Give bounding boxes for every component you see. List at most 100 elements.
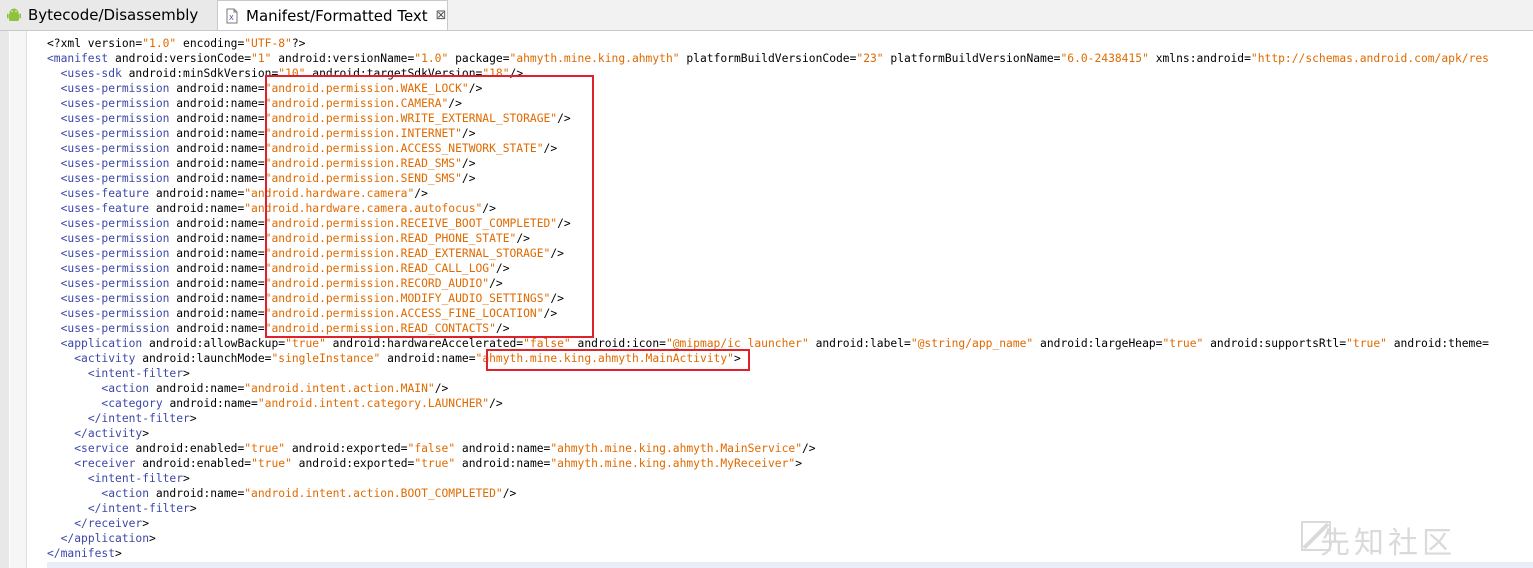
code-text: android:name= xyxy=(149,187,245,200)
code-line: <intent-filter> xyxy=(47,471,1489,486)
attribute-value: "android.intent.action.MAIN" xyxy=(244,382,435,395)
xml-tag: <application xyxy=(60,337,143,350)
code-line: </receiver> xyxy=(47,516,1489,531)
code-line: <uses-feature android:name="android.hard… xyxy=(47,201,1489,216)
code-line: <uses-permission android:name="android.p… xyxy=(47,171,1489,186)
xml-tag: <action xyxy=(101,382,150,395)
code-text: android:allowBackup= xyxy=(142,337,286,350)
code-text: > xyxy=(183,472,190,485)
xml-tag: <uses-feature xyxy=(60,187,150,200)
code-text: android:exported= xyxy=(291,457,415,470)
code-text: android:supportsRtl= xyxy=(1203,337,1347,350)
attribute-value: "true" xyxy=(244,442,286,455)
code-line: </manifest> xyxy=(47,546,1489,561)
code-text: android:name= xyxy=(169,292,265,305)
xml-tag: <uses-permission xyxy=(60,322,170,335)
folding-margin xyxy=(30,31,44,568)
left-gutter xyxy=(0,31,9,568)
code-text: package= xyxy=(448,52,510,65)
code-line: </activity> xyxy=(47,426,1489,441)
code-text: android:enabled= xyxy=(128,442,245,455)
attribute-value: "android.intent.category.LAUNCHER" xyxy=(257,397,490,410)
attribute-value: "23" xyxy=(856,52,884,65)
xml-tag: <uses-permission xyxy=(60,292,170,305)
xml-tag: </intent-filter xyxy=(87,502,190,515)
code-text: android:largeHeap= xyxy=(1033,337,1163,350)
attribute-value: "1.0" xyxy=(414,52,449,65)
code-text: /> xyxy=(802,442,816,455)
xml-tag: <uses-permission xyxy=(60,172,170,185)
attribute-value: "1.0" xyxy=(142,37,177,50)
xml-tag: </intent-filter xyxy=(87,412,190,425)
manifest-code[interactable]: <?xml version="1.0" encoding="UTF-8"?> <m… xyxy=(47,36,1489,561)
code-text: xmlns:android= xyxy=(1148,52,1251,65)
close-tab-icon[interactable]: ⊠ xyxy=(436,8,447,23)
ruler-margin xyxy=(10,31,27,568)
code-text: android:name= xyxy=(169,247,265,260)
code-text: android:name= xyxy=(455,457,551,470)
code-text: android:theme= xyxy=(1386,337,1489,350)
watermark-text: 先知社区 xyxy=(1320,526,1456,561)
tab-bytecode-disassembly[interactable]: Bytecode/Disassembly xyxy=(0,0,218,30)
code-text: android:name= xyxy=(169,232,265,245)
code-line: <activity android:launchMode="singleInst… xyxy=(47,351,1489,366)
code-line: </application> xyxy=(47,531,1489,546)
code-text: android:name= xyxy=(169,112,265,125)
code-line: <uses-permission android:name="android.p… xyxy=(47,141,1489,156)
code-text: android:name= xyxy=(169,322,265,335)
xml-tag: <uses-permission xyxy=(60,217,170,230)
code-line: <?xml version="1.0" encoding="UTF-8"?> xyxy=(47,36,1489,51)
highlight-box-main-activity xyxy=(486,349,750,371)
code-line: <application android:allowBackup="true" … xyxy=(47,336,1489,351)
attribute-value: "ahmyth.mine.king.ahmyth.MainService" xyxy=(550,442,802,455)
xml-tag: <service xyxy=(74,442,129,455)
code-text: <?xml version= xyxy=(47,37,143,50)
code-text: > xyxy=(142,517,150,530)
code-text: android:name= xyxy=(162,397,258,410)
code-line: <uses-permission android:name="android.p… xyxy=(47,306,1489,321)
attribute-value: "true" xyxy=(414,457,456,470)
xml-tag: <uses-feature xyxy=(60,202,150,215)
code-text: > xyxy=(189,412,197,425)
android-icon xyxy=(6,7,22,23)
code-line: <uses-permission android:name="android.p… xyxy=(47,276,1489,291)
code-text: > xyxy=(795,457,803,470)
xml-tag: <uses-permission xyxy=(60,112,170,125)
code-text: android:name= xyxy=(169,172,265,185)
code-text: /> xyxy=(434,382,449,395)
code-text: android:name= xyxy=(169,127,265,140)
code-text: platformBuildVersionName= xyxy=(883,52,1061,65)
code-text: android:minSdkVersion= xyxy=(121,67,279,80)
code-text: android:name= xyxy=(149,487,245,500)
code-line: <service android:enabled="true" android:… xyxy=(47,441,1489,456)
xml-tag: <manifest xyxy=(47,52,109,65)
code-line: <action android:name="android.intent.act… xyxy=(47,486,1489,501)
xml-tag: <uses-permission xyxy=(60,157,170,170)
editor-tab-bar: Bytecode/Disassembly X Manifest/Formatte… xyxy=(0,0,1533,31)
code-text: android:launchMode= xyxy=(135,352,272,365)
tab-manifest-formatted-text[interactable]: X Manifest/Formatted Text ⊠ xyxy=(218,0,448,30)
code-line: <uses-feature android:name="android.hard… xyxy=(47,186,1489,201)
attribute-value: "ahmyth.mine.king.ahmyth" xyxy=(509,52,680,65)
attribute-value: "true" xyxy=(1162,337,1204,350)
code-text: > xyxy=(142,427,150,440)
code-text: android:versionName= xyxy=(271,52,415,65)
xml-tag: </activity xyxy=(74,427,143,440)
